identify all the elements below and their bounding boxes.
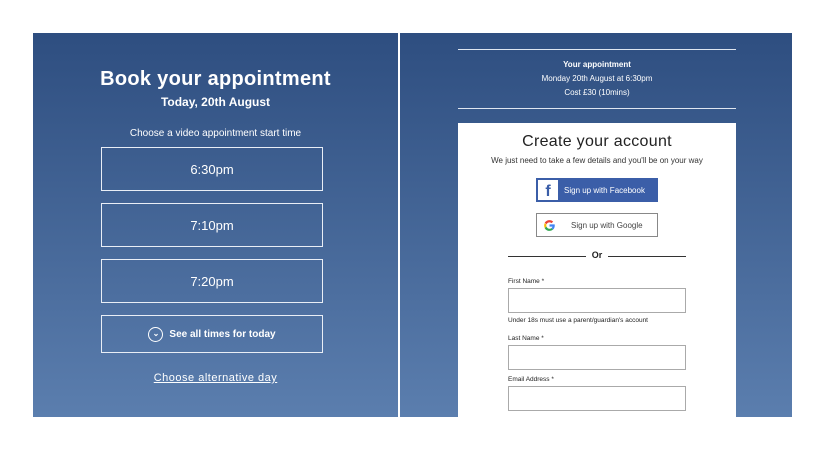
google-signup-button[interactable]: Sign up with Google [536, 213, 658, 237]
chevron-down-icon: ⌄ [148, 326, 164, 342]
time-slot-button[interactable]: 7:10pm [101, 203, 323, 247]
time-slot-label: 6:30pm [190, 161, 234, 177]
facebook-icon: f [538, 180, 558, 200]
or-divider-line [608, 256, 686, 257]
page-title: Book your appointment [100, 68, 331, 90]
or-divider-line [508, 256, 586, 257]
facebook-signup-label: Sign up with Facebook [564, 185, 645, 195]
booking-date: Today, 20th August [160, 95, 271, 109]
see-all-times-label: See all times for today [169, 328, 276, 340]
form-title: Create your account [522, 133, 672, 150]
choose-time-label: Choose a video appointment start time [129, 128, 302, 139]
appointment-cost: Cost £30 (10mins) [564, 88, 630, 97]
last-name-label: Last Name * [508, 335, 544, 342]
email-label: Email Address * [508, 376, 554, 383]
email-field[interactable] [508, 386, 686, 411]
see-all-times-button[interactable]: ⌄ See all times for today [101, 315, 323, 353]
create-account-form: Create your account We just need to take… [458, 123, 736, 417]
appointment-heading: Your appointment [563, 60, 631, 69]
divider-line [458, 108, 736, 109]
last-name-field[interactable] [508, 345, 686, 370]
google-signup-label: Sign up with Google [571, 220, 643, 230]
first-name-label: First Name * [508, 278, 545, 285]
divider-line [458, 49, 736, 50]
appointment-time: Monday 20th August at 6:30pm [541, 74, 653, 83]
first-name-field[interactable] [508, 288, 686, 313]
time-slot-button[interactable]: 6:30pm [101, 147, 323, 191]
or-separator: Or [591, 250, 603, 260]
google-icon [544, 219, 555, 231]
time-slot-label: 7:20pm [190, 273, 234, 289]
facebook-signup-button[interactable]: f Sign up with Facebook [536, 178, 658, 202]
choose-alternative-day-link[interactable]: Choose alternative day [33, 372, 398, 384]
account-panel: Your appointment Monday 20th August at 6… [400, 33, 792, 417]
form-subtitle: We just need to take a few details and y… [491, 156, 703, 165]
time-slot-button[interactable]: 7:20pm [101, 259, 323, 303]
first-name-hint: Under 18s must use a parent/guardian's a… [508, 317, 648, 324]
time-slot-label: 7:10pm [190, 217, 234, 233]
booking-panel: Book your appointment Today, 20th August… [33, 33, 398, 417]
